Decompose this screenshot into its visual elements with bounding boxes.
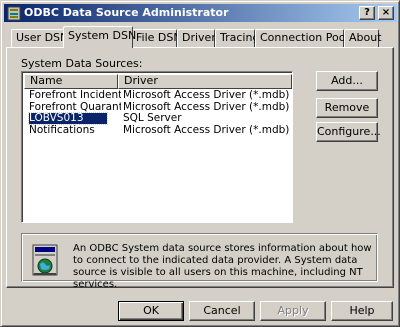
list-item-selected[interactable]: LOBVS013 SQL Server — [24, 112, 292, 125]
dsn-driver: Microsoft Access Driver (*.mdb) — [123, 124, 290, 136]
odbc-dialog-window: ODBC Data Source Administrator ? × User … — [0, 0, 400, 327]
dsn-name: Forefront Incidents — [29, 90, 121, 101]
list-rows: Forefront Incidents Microsoft Access Dri… — [24, 90, 292, 136]
window-title: ODBC Data Source Administrator — [24, 6, 229, 19]
info-box: An ODBC System data source stores inform… — [21, 233, 378, 290]
list-item[interactable]: Forefront Incidents Microsoft Access Dri… — [24, 90, 292, 102]
dsn-driver: Microsoft Access Driver (*.mdb) — [123, 90, 290, 101]
list-header: Name Driver — [24, 74, 292, 89]
remove-button[interactable]: Remove — [316, 98, 378, 118]
column-header-name[interactable]: Name — [24, 74, 118, 89]
odbc-app-icon — [7, 6, 21, 21]
list-item[interactable]: Forefront Quarantine Microsoft Access Dr… — [24, 102, 292, 114]
tab-connection-pooling[interactable]: Connection Pooling — [255, 29, 366, 47]
cancel-button[interactable]: Cancel — [189, 301, 255, 321]
tab-system-dsn[interactable]: System DSN — [63, 26, 136, 48]
title-bar[interactable]: ODBC Data Source Administrator ? × — [4, 4, 397, 22]
dsn-name: Forefront Quarantine — [29, 101, 121, 113]
help-caption-button[interactable]: ? — [359, 6, 375, 20]
tab-drivers[interactable]: Drivers — [177, 29, 222, 47]
help-button[interactable]: Help — [331, 301, 393, 321]
network-globe-icon — [32, 244, 58, 276]
system-data-sources-list[interactable]: Name Driver Forefront Incidents Microsof… — [21, 71, 293, 223]
ok-button[interactable]: OK — [118, 301, 184, 321]
add-button[interactable]: Add... — [316, 71, 378, 91]
tab-user-dsn[interactable]: User DSN — [11, 29, 68, 47]
tab-tracing[interactable]: Tracing — [215, 29, 259, 47]
close-caption-button[interactable]: × — [378, 6, 394, 20]
info-description: An ODBC System data source stores inform… — [73, 243, 372, 290]
dsn-name: Notifications — [29, 124, 95, 136]
configure-button[interactable]: Configure... — [316, 122, 381, 142]
dsn-name: LOBVS013 — [28, 112, 108, 125]
system-data-sources-label: System Data Sources: — [21, 57, 143, 70]
column-header-driver[interactable]: Driver — [118, 74, 292, 89]
apply-button[interactable]: Apply — [260, 301, 326, 321]
list-item[interactable]: Notifications Microsoft Access Driver (*… — [24, 125, 292, 137]
dsn-driver: SQL Server — [123, 113, 182, 124]
tab-file-dsn[interactable]: File DSN — [131, 29, 182, 47]
dsn-driver: Microsoft Access Driver (*.mdb) — [123, 101, 290, 113]
tab-about[interactable]: About — [344, 29, 382, 47]
